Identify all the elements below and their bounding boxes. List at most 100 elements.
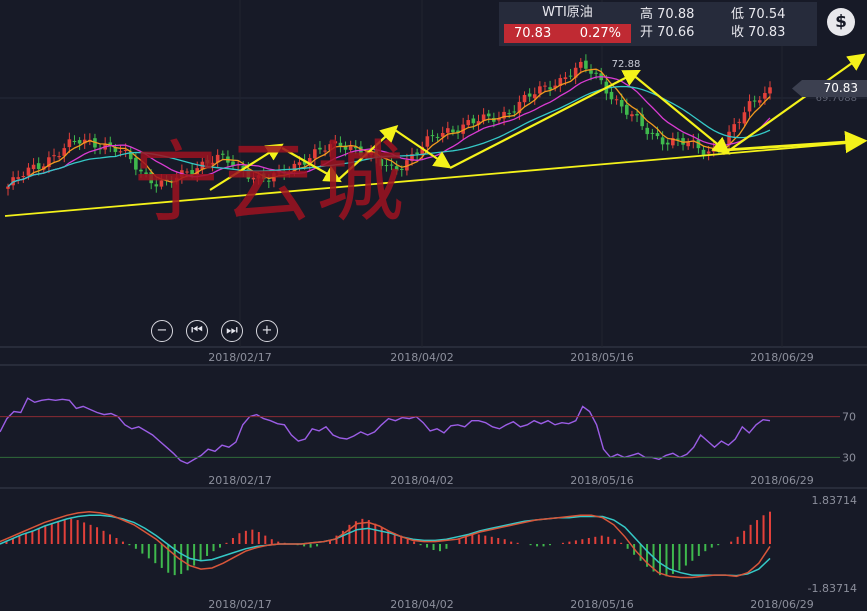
candle-body bbox=[6, 186, 10, 189]
candle-body bbox=[430, 135, 435, 137]
candle-body bbox=[538, 86, 542, 94]
candle-body bbox=[630, 114, 634, 117]
candle-body bbox=[676, 138, 680, 140]
x-tick-label: 2018/04/02 bbox=[390, 598, 453, 611]
candle-body bbox=[543, 85, 547, 87]
trend-arrow-up-4 bbox=[726, 53, 866, 153]
macd-tick-top: 1.83714 bbox=[812, 494, 858, 507]
peak-price-label: 72.88 bbox=[612, 59, 641, 70]
x-tick-label: 2018/06/29 bbox=[750, 351, 813, 364]
x-tick-label: 2018/04/02 bbox=[390, 351, 453, 364]
trend-arrow-down-3 bbox=[631, 73, 731, 155]
candle-body bbox=[522, 94, 527, 103]
rsi-tick-70: 70 bbox=[842, 411, 856, 424]
candle-body bbox=[763, 93, 767, 99]
quote-panel: WTI原油 70.83 0.27% 高 70.88 低 70.54 开 70.6… bbox=[499, 2, 817, 46]
high-row: 高 70.88 bbox=[640, 6, 694, 24]
candle-body bbox=[635, 114, 639, 116]
current-price: 70.83 bbox=[514, 26, 552, 41]
x-tick-label: 2018/05/16 bbox=[570, 598, 633, 611]
high-label: 高 bbox=[640, 7, 654, 22]
instrument-name: WTI原油 bbox=[542, 5, 593, 20]
candle-body bbox=[701, 149, 706, 155]
chart-svg: 2018/02/17 2018/04/02 2018/05/16 2018/06/29… bbox=[0, 0, 867, 611]
candle-body bbox=[645, 127, 650, 135]
candle-body bbox=[568, 75, 573, 77]
x-tick-label: 2018/05/16 bbox=[570, 474, 633, 487]
candle-body bbox=[757, 100, 762, 103]
open-label: 开 bbox=[640, 25, 654, 40]
candle-body bbox=[614, 99, 619, 101]
low-row: 低 70.54 bbox=[731, 6, 785, 24]
x-tick-label: 2018/02/17 bbox=[208, 474, 271, 487]
x-tick-label: 2018/02/17 bbox=[208, 598, 271, 611]
candle-body bbox=[665, 142, 670, 145]
candle-body bbox=[31, 164, 36, 170]
candle-body bbox=[527, 93, 532, 97]
candle-body bbox=[67, 139, 72, 148]
candle-body bbox=[563, 77, 568, 80]
x-tick-label: 2018/06/29 bbox=[750, 598, 813, 611]
rsi-line bbox=[0, 397, 771, 465]
candle-body bbox=[446, 128, 450, 133]
candle-body bbox=[507, 113, 511, 115]
x-tick-label: 2018/05/16 bbox=[570, 351, 633, 364]
candle-body bbox=[609, 91, 614, 100]
candle-body bbox=[619, 100, 624, 107]
candle-body bbox=[451, 129, 455, 133]
candle-body bbox=[625, 104, 629, 115]
close-row: 收 70.83 bbox=[731, 24, 785, 42]
candle-body bbox=[52, 155, 56, 157]
candle-body bbox=[21, 176, 26, 178]
open-row: 开 70.66 bbox=[640, 24, 694, 42]
candle-body bbox=[768, 87, 772, 94]
candle-body bbox=[584, 60, 588, 69]
rsi-tick-30: 30 bbox=[842, 451, 856, 464]
candle-body bbox=[732, 124, 737, 132]
candle-body bbox=[118, 151, 123, 153]
candle-body bbox=[650, 132, 655, 134]
zoom-out-button[interactable]: − bbox=[151, 320, 173, 342]
zoom-in-button[interactable]: + bbox=[256, 320, 278, 342]
next-button[interactable]: ⏭ bbox=[221, 320, 243, 342]
close-value: 70.83 bbox=[748, 25, 786, 40]
candle-body bbox=[486, 113, 491, 117]
candle-body bbox=[512, 111, 517, 113]
candle-body bbox=[655, 133, 660, 137]
candle-body bbox=[77, 140, 82, 144]
candle-body bbox=[425, 136, 430, 147]
open-value: 70.66 bbox=[657, 25, 695, 40]
candle-body bbox=[737, 121, 742, 123]
candle-body bbox=[26, 167, 31, 176]
candle-body bbox=[123, 149, 128, 151]
watermark: 宁云城 bbox=[132, 131, 409, 234]
price-box: 70.83 0.27% bbox=[504, 24, 631, 43]
last-price-tag: 70.83 bbox=[792, 80, 867, 97]
close-label: 收 bbox=[731, 25, 745, 40]
candle-body bbox=[594, 72, 598, 74]
candle-body bbox=[471, 118, 476, 124]
prev-button[interactable]: ⏮ bbox=[186, 320, 208, 342]
candle-body bbox=[36, 163, 41, 169]
candle-body bbox=[742, 112, 747, 124]
chart-stage: 2018/02/17 2018/04/02 2018/05/16 2018/06/29… bbox=[0, 0, 867, 611]
dollar-icon[interactable]: $ bbox=[827, 8, 855, 36]
candle-body bbox=[57, 156, 61, 158]
candle-body bbox=[415, 152, 419, 154]
candle-body bbox=[706, 151, 711, 154]
low-value: 70.54 bbox=[748, 7, 786, 22]
candle-body bbox=[548, 87, 552, 90]
low-label: 低 bbox=[731, 7, 745, 22]
candle-body bbox=[532, 94, 537, 99]
high-value: 70.88 bbox=[657, 7, 695, 22]
candle-body bbox=[752, 100, 757, 102]
candle-body bbox=[686, 142, 690, 147]
change-percent: 0.27% bbox=[579, 26, 621, 41]
candle-body bbox=[747, 101, 752, 112]
candle-body bbox=[660, 137, 665, 145]
candle-body bbox=[589, 70, 593, 74]
x-tick-label: 2018/04/02 bbox=[390, 474, 453, 487]
candle-body bbox=[16, 177, 21, 179]
macd-tick-bottom: -1.83714 bbox=[808, 582, 857, 595]
x-tick-label: 2018/02/17 bbox=[208, 351, 271, 364]
